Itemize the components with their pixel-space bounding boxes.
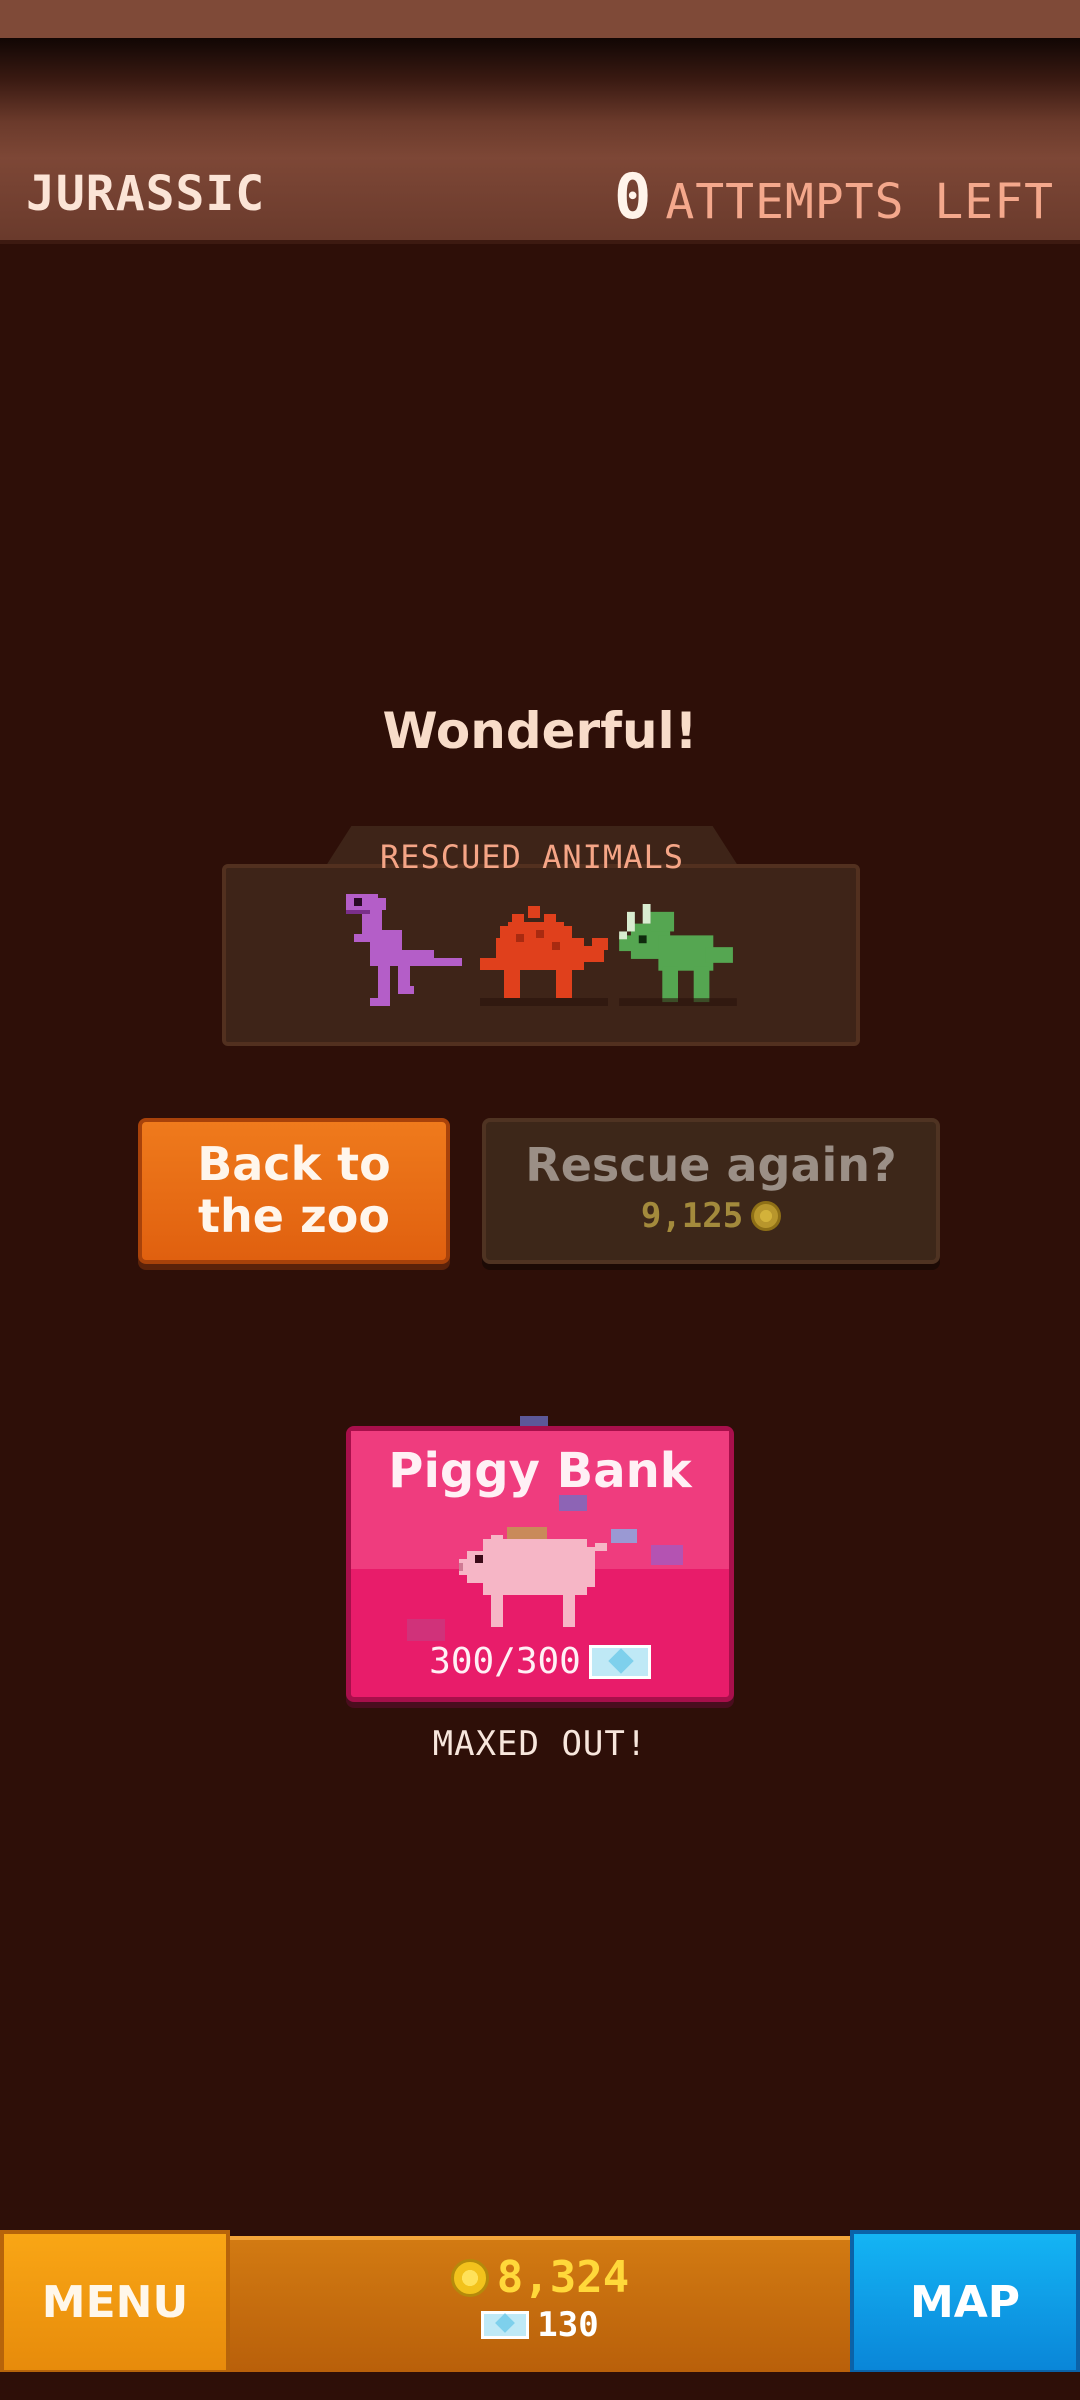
red-stegosaurus-icon	[480, 906, 608, 1006]
back-to-zoo-button[interactable]: Back to the zoo	[138, 1118, 450, 1264]
attempts-count: 0	[613, 160, 652, 233]
coin-icon	[450, 2258, 489, 2297]
rescue-price-value: 9,125	[640, 1196, 744, 1236]
status-bar	[0, 0, 1080, 38]
green-triceratops-icon	[619, 904, 737, 1006]
attempts-label: ATTEMPTS LEFT	[665, 174, 1054, 230]
piggy-bank-title: Piggy Bank	[388, 1443, 692, 1499]
navigation-strip	[0, 2372, 1080, 2400]
back-to-zoo-line-1: Back to	[197, 1137, 391, 1191]
floating-gem-icon	[651, 1545, 683, 1565]
rescue-again-price: 9,125	[486, 1196, 936, 1236]
piggy-bank-progress: 300/300	[351, 1641, 729, 1682]
level-name: JURASSIC	[26, 166, 266, 222]
result-headline: Wonderful!	[382, 702, 698, 760]
currency-display: 8,324 130	[230, 2252, 850, 2345]
gem-icon	[588, 1644, 651, 1679]
floating-gem-icon	[407, 1619, 445, 1641]
floating-gem-icon	[559, 1495, 587, 1511]
gem-icon	[481, 2311, 530, 2339]
coins-balance: 8,324	[230, 2252, 850, 2303]
piggy-bank-progress-value: 300/300	[429, 1641, 581, 1682]
piggy-bank-card[interactable]: Piggy Bank 300/300	[346, 1426, 734, 1702]
piggy-bank-status: MAXED OUT!	[432, 1724, 648, 1764]
gems-value: 130	[537, 2305, 599, 2345]
rescued-animals-title: RESCUED ANIMALS	[380, 838, 684, 876]
rescue-again-button[interactable]: Rescue again? 9,125	[482, 1118, 940, 1264]
purple-t-rex-icon	[346, 894, 462, 1006]
gems-balance: 130	[230, 2305, 850, 2345]
top-shadow	[0, 38, 1080, 158]
back-to-zoo-line-2: the zoo	[198, 1189, 390, 1243]
rescue-again-label: Rescue again?	[525, 1138, 897, 1192]
piggy-icon	[459, 1527, 607, 1627]
attempts-indicator: 0 ATTEMPTS LEFT	[614, 160, 1054, 233]
map-button[interactable]: MAP	[850, 2230, 1080, 2374]
level-header: JURASSIC 0 ATTEMPTS LEFT	[0, 158, 1080, 244]
coin-icon	[751, 1201, 782, 1231]
floating-gem-icon	[611, 1529, 637, 1543]
coins-value: 8,324	[496, 2252, 630, 2303]
menu-button[interactable]: MENU	[0, 2230, 230, 2374]
